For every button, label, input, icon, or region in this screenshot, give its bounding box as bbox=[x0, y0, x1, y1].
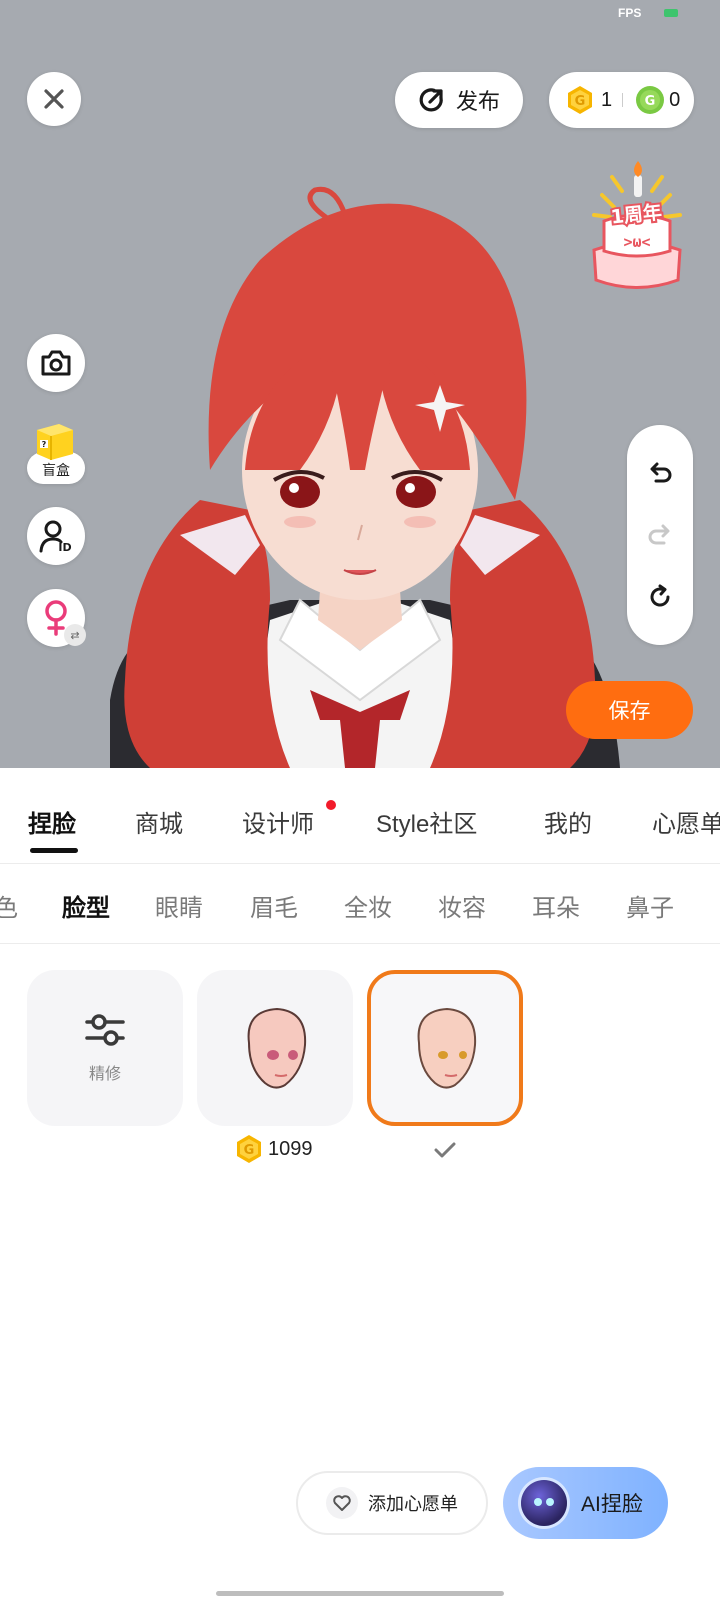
add-to-wishlist-button[interactable]: 添加心愿单 bbox=[296, 1471, 488, 1535]
green-coin-icon: G bbox=[636, 86, 665, 114]
blindbox-icon[interactable]: ? bbox=[31, 416, 77, 462]
sliders-icon bbox=[85, 1014, 125, 1046]
face-shape-item[interactable] bbox=[197, 970, 353, 1126]
currency-divider bbox=[622, 93, 624, 107]
green-count: 0 bbox=[669, 88, 681, 111]
close-button[interactable] bbox=[27, 72, 81, 126]
refine-label: 精修 bbox=[88, 1064, 121, 1083]
face-shape-thumbnail bbox=[417, 1007, 477, 1089]
subtab-eyebrows[interactable]: 眉毛 bbox=[250, 888, 298, 923]
svg-text:G: G bbox=[575, 94, 586, 109]
tab-face-editor[interactable]: 捏脸 bbox=[28, 804, 76, 839]
subtab-nose[interactable]: 鼻子 bbox=[626, 888, 674, 923]
svg-text:>ω<: >ω< bbox=[623, 233, 650, 251]
item-price: G 1099 bbox=[234, 1134, 313, 1164]
ai-face-label: AI捏脸 bbox=[581, 1493, 643, 1516]
svg-text:G: G bbox=[244, 1143, 255, 1158]
heart-icon bbox=[333, 1495, 351, 1511]
camera-icon bbox=[41, 350, 71, 376]
fps-indicator bbox=[664, 9, 678, 17]
subtab-eyes[interactable]: 眼睛 bbox=[155, 888, 203, 923]
svg-text:?: ? bbox=[42, 440, 47, 449]
fps-label: FPS bbox=[618, 6, 642, 20]
tab-wishlist[interactable]: 心愿单 bbox=[652, 804, 720, 839]
face-shape-thumbnail bbox=[247, 1007, 307, 1089]
profile-id-button[interactable]: ID bbox=[27, 507, 85, 565]
close-icon bbox=[44, 89, 64, 109]
tab-mine[interactable]: 我的 bbox=[544, 804, 592, 839]
subtab-face-shape[interactable]: 脸型 bbox=[62, 888, 110, 923]
undo-icon[interactable] bbox=[646, 459, 674, 487]
subtab-ears[interactable]: 耳朵 bbox=[532, 888, 580, 923]
currency-balance[interactable]: G 1 G 0 bbox=[549, 72, 694, 128]
gold-coin-icon: G bbox=[568, 86, 592, 114]
heart-icon-wrap bbox=[326, 1487, 358, 1519]
refine-card[interactable]: 精修 bbox=[27, 970, 183, 1126]
tab-designer[interactable]: 设计师 bbox=[242, 804, 314, 839]
redo-icon[interactable] bbox=[646, 521, 674, 549]
swap-icon: ⇄ bbox=[64, 624, 86, 646]
active-tab-indicator bbox=[30, 848, 78, 853]
gold-coin-icon: G bbox=[237, 1135, 261, 1163]
save-button[interactable]: 保存 bbox=[566, 681, 693, 739]
home-indicator[interactable] bbox=[216, 1591, 504, 1596]
svg-text:G: G bbox=[645, 94, 656, 109]
category-tab-bar: 色 脸型 眼睛 眉毛 全妆 妆容 耳朵 鼻子 bbox=[0, 864, 720, 944]
publish-label: 发布 bbox=[455, 89, 500, 114]
anniversary-cake-icon[interactable]: 1周年 >ω< bbox=[582, 155, 692, 295]
history-controls bbox=[627, 425, 693, 645]
subtab-full-makeup[interactable]: 全妆 bbox=[344, 888, 392, 923]
ai-robot-icon bbox=[521, 1480, 567, 1526]
gold-count: 1 bbox=[601, 88, 613, 111]
blindbox-label: 盲盒 bbox=[42, 463, 70, 479]
wishlist-label: 添加心愿单 bbox=[368, 1494, 458, 1515]
reset-icon[interactable] bbox=[646, 583, 674, 611]
tab-style-community[interactable]: Style社区 bbox=[376, 804, 477, 839]
svg-text:ID: ID bbox=[58, 541, 71, 553]
avatar-preview[interactable]: FPS 发布 G 1 G 0 1周年 >ω< ? 盲盒 ID ⇄ 保存 bbox=[0, 0, 720, 768]
camera-button[interactable] bbox=[27, 334, 85, 392]
subtab-makeup[interactable]: 妆容 bbox=[438, 888, 486, 923]
face-shape-item-selected[interactable] bbox=[367, 970, 523, 1126]
notification-dot bbox=[326, 800, 336, 810]
profile-id-icon: ID bbox=[39, 520, 72, 553]
check-icon bbox=[434, 1142, 456, 1158]
tab-store[interactable]: 商城 bbox=[135, 804, 183, 839]
price-value: 1099 bbox=[268, 1137, 313, 1160]
subtab-color[interactable]: 色 bbox=[0, 888, 18, 923]
publish-button[interactable]: 发布 bbox=[395, 72, 523, 128]
main-tab-bar: 捏脸 商城 设计师 Style社区 我的 心愿单 bbox=[0, 768, 720, 864]
publish-icon bbox=[419, 88, 443, 112]
ai-face-button[interactable]: AI捏脸 bbox=[503, 1467, 668, 1539]
